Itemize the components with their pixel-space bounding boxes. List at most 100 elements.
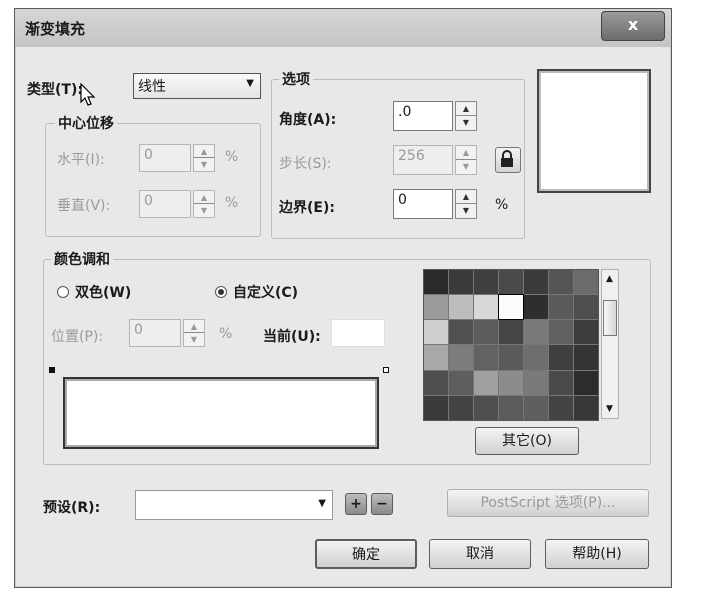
palette-swatch[interactable] xyxy=(424,270,448,295)
palette-swatch[interactable] xyxy=(524,320,548,345)
palette-scrollbar[interactable]: ▲ ▼ xyxy=(601,269,619,419)
palette-swatch[interactable] xyxy=(524,370,548,395)
palette-swatch[interactable] xyxy=(424,345,448,370)
palette-swatch[interactable] xyxy=(474,295,498,320)
help-button[interactable]: 帮助(H) xyxy=(545,539,649,569)
angle-spinner[interactable]: ▲ ▼ xyxy=(455,101,477,131)
palette-swatch[interactable] xyxy=(499,345,523,370)
palette-swatch[interactable] xyxy=(524,395,548,420)
palette-swatch[interactable] xyxy=(474,345,498,370)
custom-label: 自定义(C) xyxy=(233,285,299,301)
palette-swatch[interactable] xyxy=(499,370,523,395)
end-marker[interactable] xyxy=(383,367,389,373)
spin-up-icon[interactable]: ▲ xyxy=(194,145,214,158)
spin-up-icon[interactable]: ▲ xyxy=(456,146,476,160)
vertical-input[interactable]: 0 xyxy=(139,190,191,218)
palette-swatch[interactable] xyxy=(498,294,524,321)
gradient-bar[interactable] xyxy=(63,377,379,449)
palette-swatch[interactable] xyxy=(549,395,573,420)
palette-swatch[interactable] xyxy=(449,345,473,370)
palette-swatch[interactable] xyxy=(549,370,573,395)
spin-up-icon[interactable]: ▲ xyxy=(184,320,204,333)
palette-swatch[interactable] xyxy=(524,295,548,320)
palette-swatch[interactable] xyxy=(474,370,498,395)
palette-swatch[interactable] xyxy=(474,395,498,420)
cancel-button[interactable]: 取消 xyxy=(429,539,531,569)
palette-swatch[interactable] xyxy=(449,395,473,420)
horizontal-spinner[interactable]: ▲ ▼ xyxy=(193,144,215,172)
spin-down-icon[interactable]: ▼ xyxy=(184,333,204,346)
vertical-spinner[interactable]: ▲ ▼ xyxy=(193,190,215,218)
position-input[interactable]: 0 xyxy=(129,319,181,347)
spin-up-icon[interactable]: ▲ xyxy=(456,190,476,204)
scroll-up-icon[interactable]: ▲ xyxy=(606,274,613,284)
title-bar[interactable]: 渐变填充 x xyxy=(15,9,671,47)
center-offset-group xyxy=(45,123,261,237)
palette-swatch[interactable] xyxy=(574,270,598,295)
angle-input[interactable]: .0 xyxy=(393,101,453,131)
steps-input[interactable]: 256 xyxy=(393,145,453,175)
palette-swatch[interactable] xyxy=(449,320,473,345)
spin-up-icon[interactable]: ▲ xyxy=(456,102,476,116)
add-preset-button[interactable]: + xyxy=(345,493,367,515)
custom-radio[interactable] xyxy=(215,286,227,298)
start-marker[interactable] xyxy=(49,367,55,373)
palette-swatch[interactable] xyxy=(574,295,598,320)
other-colors-button[interactable]: 其它(O) xyxy=(475,427,579,455)
palette-swatch[interactable] xyxy=(549,270,573,295)
palette-swatch[interactable] xyxy=(424,370,448,395)
palette-swatch[interactable] xyxy=(524,270,548,295)
palette-swatch[interactable] xyxy=(549,295,573,320)
palette-swatch[interactable] xyxy=(499,395,523,420)
spin-down-icon[interactable]: ▼ xyxy=(194,158,214,171)
ok-button[interactable]: 确定 xyxy=(315,539,417,569)
mouse-cursor-icon xyxy=(80,83,96,106)
two-color-label: 双色(W) xyxy=(75,285,132,301)
edge-percent: % xyxy=(495,197,509,213)
presets-select[interactable]: ▼ xyxy=(135,490,333,520)
spin-down-icon[interactable]: ▼ xyxy=(194,204,214,217)
palette-swatch[interactable] xyxy=(499,270,523,295)
palette-swatch[interactable] xyxy=(424,320,448,345)
two-color-radio[interactable] xyxy=(57,286,69,298)
palette-swatch[interactable] xyxy=(524,345,548,370)
spin-down-icon[interactable]: ▼ xyxy=(456,204,476,218)
palette-swatch[interactable] xyxy=(574,320,598,345)
steps-spinner[interactable]: ▲ ▼ xyxy=(455,145,477,175)
spin-down-icon[interactable]: ▼ xyxy=(456,160,476,174)
edge-input[interactable]: 0 xyxy=(393,189,453,219)
steps-label: 步长(S): xyxy=(279,156,332,172)
lock-icon xyxy=(501,150,513,167)
edge-spinner[interactable]: ▲ ▼ xyxy=(455,189,477,219)
palette-swatch[interactable] xyxy=(574,395,598,420)
spin-up-icon[interactable]: ▲ xyxy=(194,191,214,204)
vertical-percent: % xyxy=(225,195,239,211)
palette-swatch[interactable] xyxy=(549,320,573,345)
palette-swatch[interactable] xyxy=(474,320,498,345)
spin-down-icon[interactable]: ▼ xyxy=(456,116,476,130)
remove-preset-button[interactable]: − xyxy=(371,493,393,515)
type-select[interactable]: 线性 ▼ xyxy=(133,73,261,99)
current-color-swatch[interactable] xyxy=(331,319,385,347)
close-button[interactable]: x xyxy=(601,11,665,41)
vertical-label: 垂直(V): xyxy=(57,198,111,214)
scroll-thumb[interactable] xyxy=(603,300,617,336)
palette-swatch[interactable] xyxy=(574,345,598,370)
lock-button[interactable] xyxy=(495,147,521,173)
palette-swatch[interactable] xyxy=(574,370,598,395)
postscript-options-button[interactable]: PostScript 选项(P)... xyxy=(447,489,649,517)
palette-swatch[interactable] xyxy=(549,345,573,370)
horizontal-input[interactable]: 0 xyxy=(139,144,191,172)
palette-swatch[interactable] xyxy=(424,395,448,420)
position-spinner[interactable]: ▲ ▼ xyxy=(183,319,205,347)
palette-swatch[interactable] xyxy=(449,370,473,395)
plus-icon: + xyxy=(350,496,362,512)
color-palette[interactable] xyxy=(423,269,599,421)
palette-swatch[interactable] xyxy=(424,295,448,320)
current-label: 当前(U): xyxy=(263,329,321,345)
scroll-down-icon[interactable]: ▼ xyxy=(606,404,613,414)
palette-swatch[interactable] xyxy=(499,320,523,345)
palette-swatch[interactable] xyxy=(449,270,473,295)
palette-swatch[interactable] xyxy=(474,270,498,295)
palette-swatch[interactable] xyxy=(449,295,473,320)
